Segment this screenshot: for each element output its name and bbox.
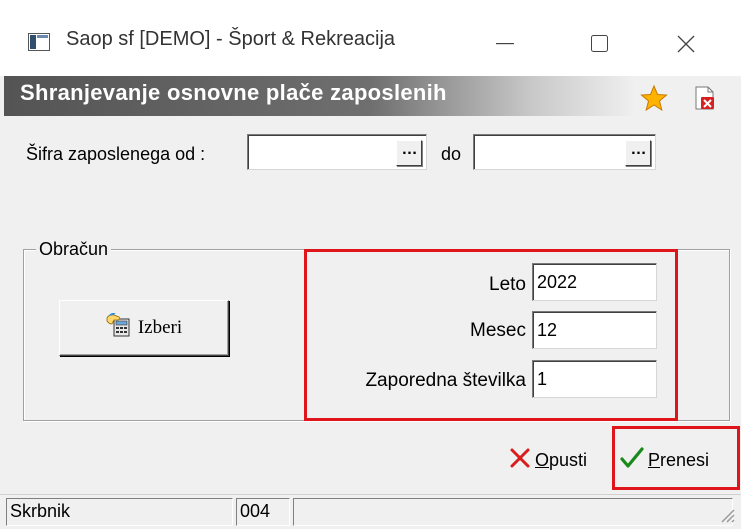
resize-grip-icon[interactable] (714, 504, 736, 524)
confirm-transfer-button[interactable]: Prenesi (620, 443, 709, 477)
sequence-number-field[interactable] (532, 360, 657, 398)
form-title: Shranjevanje osnovne plače zaposlenih (20, 80, 447, 105)
status-user: Skrbnik (6, 498, 233, 526)
leto-field[interactable] (532, 263, 657, 301)
sequence-number-input[interactable] (533, 361, 656, 397)
mesec-field[interactable] (532, 311, 657, 349)
window-title: Saop sf [DEMO] - Šport & Rekreacija (66, 28, 396, 50)
employee-code-from-label: Šifra zaposlenega od : (26, 144, 206, 164)
checkmark-icon (620, 446, 644, 475)
select-calculation-button[interactable]: Izberi (59, 300, 229, 356)
browse-from-button[interactable]: … (396, 140, 422, 166)
maximize-button[interactable] (577, 24, 623, 64)
leto-label: Leto (489, 274, 526, 295)
status-code: 004 (236, 498, 290, 526)
obracun-group-title: Obračun (36, 239, 112, 260)
cancel-button[interactable]: Opusti (509, 443, 587, 477)
confirm-transfer-label: Prenesi (648, 449, 710, 470)
cancel-label: Opusti (535, 449, 588, 470)
status-info (293, 498, 733, 526)
star-icon[interactable] (640, 84, 668, 112)
minimize-button[interactable] (482, 24, 528, 64)
mesec-input[interactable] (533, 312, 656, 348)
mesec-label: Mesec (470, 320, 526, 341)
leto-input[interactable] (533, 264, 656, 300)
app-icon (28, 33, 50, 51)
browse-to-button[interactable]: … (625, 140, 651, 166)
calculator-hand-icon (106, 312, 132, 343)
document-delete-icon[interactable] (694, 86, 716, 110)
select-calculation-label: Izberi (137, 317, 183, 338)
sequence-number-label: Zaporedna številka (365, 370, 526, 391)
cancel-x-icon (509, 447, 531, 474)
close-button[interactable] (663, 24, 709, 64)
employee-code-to-label: do (441, 144, 462, 164)
